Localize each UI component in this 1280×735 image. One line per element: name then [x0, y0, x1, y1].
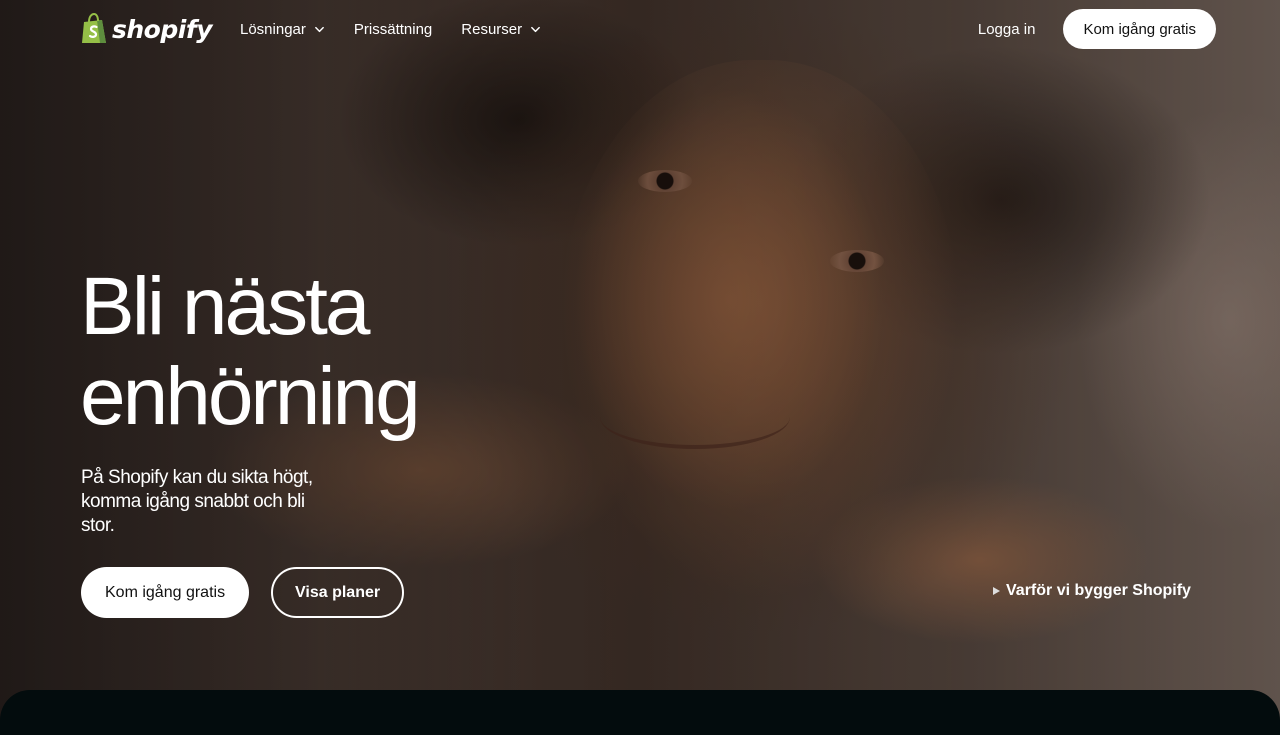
video-link-label: Varför vi bygger Shopify — [1006, 582, 1191, 599]
why-we-build-video-link[interactable]: Varför vi bygger Shopify — [993, 582, 1191, 600]
page: shopify Lösningar Prissättning Resurser … — [0, 0, 1280, 735]
shopify-logo[interactable]: shopify — [80, 13, 213, 45]
get-started-button[interactable]: Kom igång gratis — [81, 567, 250, 618]
main-menu: Lösningar Prissättning Resurser — [240, 21, 570, 38]
nav-get-started-button[interactable]: Kom igång gratis — [1063, 9, 1216, 49]
view-plans-button[interactable]: Visa planer — [271, 567, 405, 618]
hero-title-line-2: enhörning — [80, 351, 421, 442]
nav-item-label: Lösningar — [240, 20, 306, 38]
nav-item-label: Prissättning — [353, 20, 433, 38]
brand-wordmark: shopify — [112, 14, 213, 44]
next-section-panel — [0, 690, 1280, 735]
nav-actions: Logga in Kom igång gratis — [978, 9, 1216, 49]
play-icon — [993, 587, 1000, 595]
hero-title-line-1: Bli nästa — [80, 261, 371, 352]
top-navigation: shopify Lösningar Prissättning Resurser … — [0, 0, 1280, 58]
chevron-down-icon — [531, 26, 541, 32]
chevron-down-icon — [314, 26, 324, 32]
hero-title: Bli nästa enhörning — [80, 261, 421, 442]
nav-item-losningar[interactable]: Lösningar — [240, 21, 335, 38]
nav-item-prissattning[interactable]: Prissättning — [354, 21, 442, 38]
nav-item-label: Resurser — [461, 20, 523, 38]
login-link[interactable]: Logga in — [978, 21, 1036, 38]
nav-item-resurser[interactable]: Resurser — [461, 21, 551, 38]
shopping-bag-icon — [82, 13, 106, 43]
hero-subtitle: På Shopify kan du sikta högt, komma igån… — [81, 467, 313, 536]
